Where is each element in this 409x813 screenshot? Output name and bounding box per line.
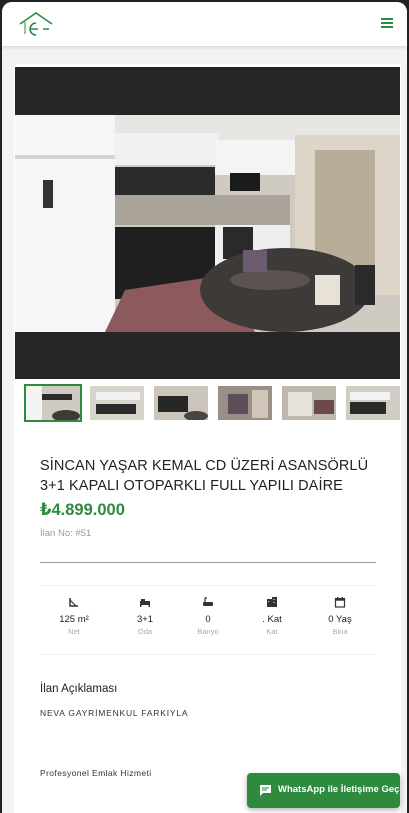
feature-label: Net	[68, 627, 80, 636]
thumbnail-5[interactable]	[280, 384, 338, 422]
thumbnail-photo	[218, 386, 272, 420]
feature-label: Bina	[332, 627, 348, 636]
feature-rooms: 3+1 Oda	[113, 596, 177, 637]
feature-area: 125 m² Net	[42, 596, 106, 637]
thumbnail-strip	[24, 384, 401, 424]
listing-price: ₺4.899.000	[40, 501, 125, 519]
feature-value: . Kat	[262, 614, 282, 625]
bed-icon	[140, 599, 150, 607]
description-text: Profesyonel Emlak Hizmeti	[40, 768, 152, 778]
whatsapp-button-label: WhatsApp ile İletişime Geç	[278, 784, 400, 795]
main-photo[interactable]	[15, 67, 400, 379]
hamburger-menu-icon[interactable]	[381, 18, 393, 28]
divider	[40, 562, 376, 563]
feature-bathroom: 0 Banyo	[176, 596, 240, 637]
feature-label: Kat	[266, 627, 278, 636]
top-navbar	[2, 2, 407, 46]
thumbnail-4[interactable]	[216, 384, 274, 422]
feature-label: Banyo	[197, 627, 219, 636]
listing-number: İlan No: #51	[40, 528, 92, 539]
feature-value: 125 m²	[59, 614, 89, 625]
calendar-icon	[334, 597, 346, 608]
kitchen-photo	[15, 115, 400, 332]
feature-building-age: 0 Yaş Bina	[308, 596, 372, 637]
chat-icon	[260, 785, 271, 796]
thumbnail-3[interactable]	[152, 384, 210, 422]
feature-value: 0 Yaş	[328, 614, 352, 625]
area-icon	[69, 598, 78, 607]
description-heading: İlan Açıklaması	[40, 683, 118, 695]
thumbnail-photo	[282, 386, 336, 420]
thumbnail-photo	[154, 386, 208, 420]
thumbnail-photo	[26, 386, 80, 420]
thumbnail-1[interactable]	[24, 384, 82, 422]
thumbnail-6[interactable]	[344, 384, 401, 422]
feature-label: Oda	[137, 627, 153, 636]
listing-card: SİNCAN YAŞAR KEMAL CD ÜZERİ ASANSÖRLÜ 3+…	[14, 64, 401, 813]
description-text: NEVA GAYRİMENKUL FARKIYLA	[40, 708, 189, 718]
page-frame: SİNCAN YAŞAR KEMAL CD ÜZERİ ASANSÖRLÜ 3+…	[2, 2, 407, 813]
feature-summary: 125 m² Net 3+1 Oda 0 Banyo . Kat Kat 0 Y…	[40, 585, 376, 655]
listing-title: SİNCAN YAŞAR KEMAL CD ÜZERİ ASANSÖRLÜ 3+…	[40, 458, 369, 494]
whatsapp-contact-button[interactable]: WhatsApp ile İletişime Geç	[247, 773, 400, 808]
building-icon	[267, 597, 277, 607]
feature-value: 3+1	[136, 614, 154, 625]
house-logo-icon[interactable]	[16, 10, 56, 38]
bath-icon	[203, 597, 213, 606]
thumbnail-photo	[346, 386, 400, 420]
thumbnail-photo	[90, 386, 144, 420]
thumbnail-2[interactable]	[88, 384, 146, 422]
feature-value: 0	[205, 614, 211, 625]
feature-floor: . Kat Kat	[240, 596, 304, 637]
